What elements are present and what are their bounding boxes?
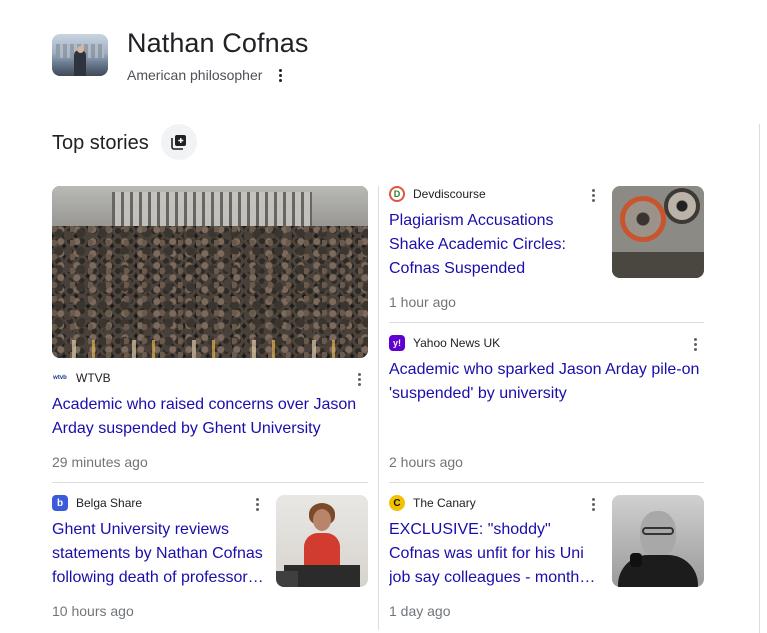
story-5-menu-icon[interactable] [585, 494, 601, 514]
headline-text: Ghent University reviews statements by N… [52, 521, 264, 586]
story-3-headline[interactable]: Academic who sparked Jason Arday pile-on… [389, 358, 704, 406]
wtvb-icon: wtvb [52, 370, 68, 386]
canary-icon: C [389, 495, 405, 511]
story-1-headline[interactable]: Academic who raised concerns over Jason … [52, 393, 368, 441]
yahoo-icon: y! [389, 335, 405, 351]
more-options-icon[interactable] [272, 65, 288, 85]
story-1-image[interactable] [52, 186, 368, 358]
source-name: Yahoo News UK [413, 336, 501, 350]
story-4-menu-icon[interactable] [249, 494, 265, 514]
story-5-time: 1 day ago [389, 603, 451, 619]
column-divider [378, 186, 379, 630]
story-2-image[interactable] [612, 186, 704, 278]
source-name: WTVB [76, 371, 111, 385]
headline-text: EXCLUSIVE: "shoddy" Cofnas was unfit for… [389, 521, 596, 586]
story-5-headline[interactable]: EXCLUSIVE: "shoddy" Cofnas was unfit for… [389, 518, 601, 590]
story-divider [389, 322, 704, 323]
source-name: Devdiscourse [413, 187, 486, 201]
story-4-source: b Belga Share [52, 495, 142, 511]
story-2-time: 1 hour ago [389, 294, 456, 310]
section-title: Top stories [52, 132, 149, 154]
story-3-source: y! Yahoo News UK [389, 335, 500, 351]
belga-icon: b [52, 495, 68, 511]
source-name: Belga Share [76, 496, 143, 510]
story-3-time: 2 hours ago [389, 454, 463, 470]
story-5-source: C The Canary [389, 495, 476, 511]
entity-photo[interactable] [52, 34, 108, 76]
entity-title[interactable]: Nathan Cofnas [127, 28, 308, 59]
story-5-image[interactable] [612, 495, 704, 587]
story-1-menu-icon[interactable] [351, 369, 367, 389]
story-2-source: D Devdiscourse [389, 186, 486, 202]
story-divider [389, 482, 704, 483]
story-3-menu-icon[interactable] [687, 334, 703, 354]
story-1-time: 29 minutes ago [52, 454, 148, 470]
devdiscourse-icon: D [389, 186, 405, 202]
story-2-headline[interactable]: Plagiarism Accusations Shake Academic Ci… [389, 209, 601, 281]
story-4-image[interactable] [276, 495, 368, 587]
panel-border [759, 124, 760, 633]
story-4-time: 10 hours ago [52, 603, 134, 619]
story-1-source: wtvb WTVB [52, 370, 111, 386]
story-divider [52, 482, 368, 483]
more-stories-icon[interactable] [161, 124, 197, 160]
story-2-menu-icon[interactable] [585, 185, 601, 205]
story-4-headline[interactable]: Ghent University reviews statements by N… [52, 518, 266, 590]
entity-description: American philosopher [127, 67, 263, 83]
source-name: The Canary [413, 496, 476, 510]
